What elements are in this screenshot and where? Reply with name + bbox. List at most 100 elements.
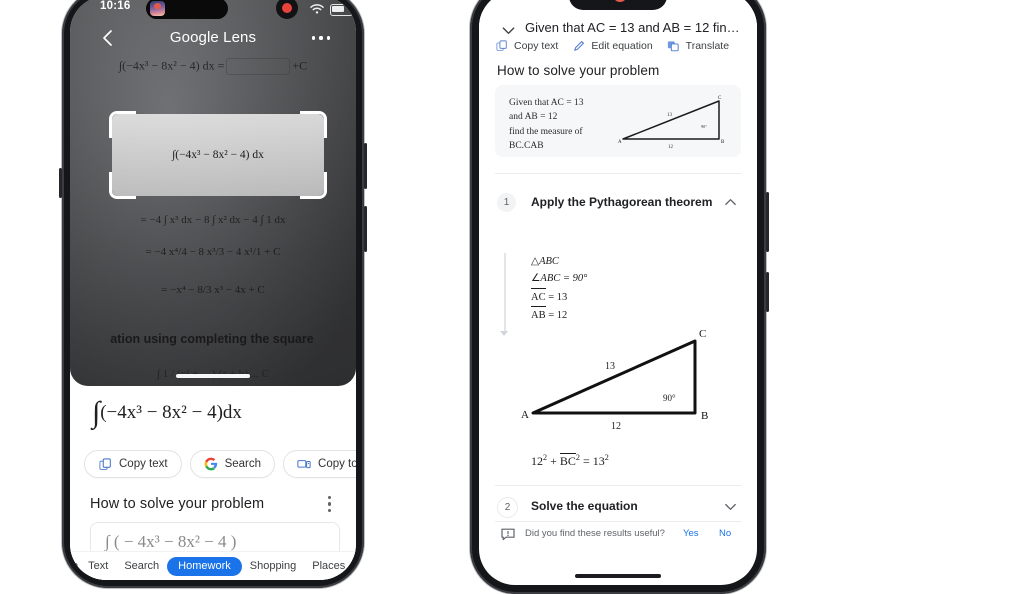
tab-places[interactable]: Places bbox=[304, 560, 353, 572]
problem-statement-text: Given that AC = 13 and AB = 12 find the … bbox=[509, 96, 619, 153]
segment-ac-value: = 13 bbox=[545, 291, 568, 303]
status-bar-time: 10:16 bbox=[100, 0, 131, 12]
step-1-title: Apply the Pythagorean theorem bbox=[531, 195, 713, 209]
dynamic-island bbox=[146, 0, 228, 19]
copy-to-computer-icon bbox=[297, 457, 311, 471]
triangle-vertex-a: A bbox=[521, 409, 529, 421]
tab-text[interactable]: Text bbox=[80, 560, 116, 572]
camera-top-equation-suffix: +C bbox=[292, 58, 308, 73]
how-to-solve-heading: How to solve your problem bbox=[90, 496, 265, 512]
triangle-hyp-label: 13 bbox=[605, 361, 615, 372]
action-chip-row: Copy text Search Copy to bbox=[84, 450, 356, 478]
lens-app-bar: Google Lens bbox=[70, 22, 356, 56]
left-phone-volume-down-button[interactable] bbox=[364, 206, 367, 252]
right-phone-power-button[interactable] bbox=[766, 272, 769, 312]
given-angle-abc: ABC = 90° bbox=[540, 273, 588, 285]
chevron-down-icon[interactable] bbox=[722, 498, 739, 515]
chevron-down-icon[interactable] bbox=[501, 23, 516, 38]
tab-homework[interactable]: Homework bbox=[167, 556, 242, 576]
feedback-no-button[interactable]: No bbox=[719, 528, 731, 539]
angle-symbol: ∠ bbox=[531, 273, 541, 285]
step-2-number: 2 bbox=[497, 497, 518, 518]
triangle-vertex-b: B bbox=[721, 140, 725, 145]
camera-work-line-2: = −4 x⁴/4 − 8 x³/3 − 4 x¹/1 + C bbox=[145, 246, 281, 258]
copy-text-label: Copy text bbox=[119, 458, 168, 470]
selected-equation-text: ∫(−4x³ − 8x² − 4) dx bbox=[172, 149, 264, 161]
given-line-3: AC = 13 bbox=[531, 287, 587, 306]
more-options-icon[interactable] bbox=[312, 30, 330, 46]
chevron-up-icon[interactable] bbox=[722, 194, 739, 211]
feedback-bar: Did you find these results useful? Yes N… bbox=[479, 525, 757, 551]
eq-term-1: 12 bbox=[531, 454, 543, 468]
more-options-icon[interactable] bbox=[328, 496, 332, 512]
step-2-title: Solve the equation bbox=[531, 499, 638, 513]
problem-line-4: BC.CAB bbox=[509, 140, 544, 151]
camera-work-line-1: = −4 ∫ x³ dx − 8 ∫ x² dx − 4 ∫ 1 dx bbox=[140, 214, 286, 226]
copy-icon bbox=[495, 39, 508, 52]
feedback-text: Did you find these results useful? bbox=[525, 528, 665, 539]
island-app-icon bbox=[150, 1, 165, 16]
given-line-2: ∠ABC = 90° bbox=[531, 270, 587, 287]
problem-line-3: find the measure of bbox=[509, 126, 583, 137]
problem-line-2: and AB = 12 bbox=[509, 112, 558, 123]
segment-ac: AC bbox=[531, 287, 546, 306]
selection-frame[interactable]: ∫(−4x³ − 8x² − 4) dx bbox=[109, 111, 327, 199]
search-button[interactable]: Search bbox=[189, 450, 276, 478]
edit-equation-label: Edit equation bbox=[591, 39, 653, 52]
triangle-symbol: △ bbox=[531, 256, 540, 267]
query-text: Given that AC = 13 and AB = 12 find the… bbox=[525, 20, 741, 35]
copy-icon bbox=[98, 457, 112, 471]
home-indicator[interactable] bbox=[575, 574, 661, 578]
step-1-given-values: △ABC ∠ABC = 90° AC = 13 AB = 12 bbox=[531, 253, 587, 324]
triangle-vertex-a: A bbox=[618, 140, 622, 145]
translate-icon bbox=[667, 39, 680, 52]
copy-text-button[interactable]: Copy text bbox=[84, 450, 182, 478]
triangle-hyp-label: 13 bbox=[667, 113, 673, 118]
camera-top-equation-text: ∫(−4x³ − 8x² − 4) dx = bbox=[118, 58, 225, 73]
problem-triangle-diagram: A B C 13 12 90° bbox=[618, 96, 725, 150]
camera-viewfinder[interactable]: 10:16 Google Lens ∫(−4x³ − 8x² − 4) dx =… bbox=[70, 0, 356, 386]
left-phone-screen: 10:16 Google Lens ∫(−4x³ − 8x² − 4) dx =… bbox=[70, 0, 356, 580]
battery-icon bbox=[330, 4, 356, 16]
triangle-base-label: 12 bbox=[611, 421, 621, 431]
google-g-icon bbox=[204, 457, 218, 471]
triangle-base-label: 12 bbox=[668, 145, 674, 150]
wifi-icon bbox=[310, 4, 324, 14]
pencil-icon bbox=[572, 39, 585, 52]
copy-text-button[interactable]: Copy text bbox=[495, 39, 558, 52]
tab-translate-truncated[interactable]: e bbox=[70, 560, 80, 572]
divider bbox=[495, 521, 741, 522]
eq-term-2: = 13 bbox=[582, 454, 605, 468]
how-to-solve-heading: How to solve your problem bbox=[497, 63, 660, 78]
right-phone-screen: 18 Given that AC = 13 and AB = 12 find t… bbox=[479, 0, 757, 585]
search-label: Search bbox=[224, 458, 262, 470]
step-1-equation: 122 + BC2 = 132 bbox=[531, 453, 609, 468]
left-phone-device: 10:16 Google Lens ∫(−4x³ − 8x² − 4) dx =… bbox=[59, 0, 367, 588]
given-line-1: △ABC bbox=[531, 253, 587, 270]
segment-ab-value: = 12 bbox=[545, 309, 568, 321]
copy-to-computer-button[interactable]: Copy to computer bbox=[283, 450, 356, 478]
left-phone-volume-up-button[interactable] bbox=[364, 143, 367, 189]
results-bottom-sheet: ∫(−4x³ − 8x² − 4)dx Copy text Search Cop… bbox=[70, 386, 356, 580]
left-phone-mute-switch[interactable] bbox=[59, 168, 62, 198]
given-abc: ABC bbox=[539, 256, 559, 267]
step-progress-arrow-icon bbox=[500, 331, 508, 336]
edit-equation-button[interactable]: Edit equation bbox=[572, 39, 653, 52]
feedback-yes-button[interactable]: Yes bbox=[683, 528, 699, 539]
problem-line-1: Given that AC = 13 bbox=[509, 98, 584, 108]
camera-top-equation: ∫(−4x³ − 8x² − 4) dx = +C bbox=[70, 58, 356, 75]
divider bbox=[495, 485, 741, 486]
right-phone-volume-up-button[interactable] bbox=[766, 192, 769, 252]
translate-button[interactable]: Translate bbox=[667, 39, 729, 52]
triangle-angle-label: 90° bbox=[701, 124, 707, 129]
action-chip-row: Copy text Edit equation Translate bbox=[495, 39, 729, 52]
triangle-vertex-c: C bbox=[718, 96, 722, 101]
problem-statement-card: Given that AC = 13 and AB = 12 find the … bbox=[495, 85, 741, 157]
integral-symbol: ∫ bbox=[92, 396, 101, 429]
record-dot-icon bbox=[276, 0, 298, 19]
selection-corner-bottom-left bbox=[109, 172, 136, 199]
step-progress-rail bbox=[504, 253, 506, 333]
tab-search[interactable]: Search bbox=[116, 560, 167, 572]
tab-shopping[interactable]: Shopping bbox=[242, 560, 305, 572]
sheet-grabber-handle[interactable] bbox=[176, 374, 250, 378]
